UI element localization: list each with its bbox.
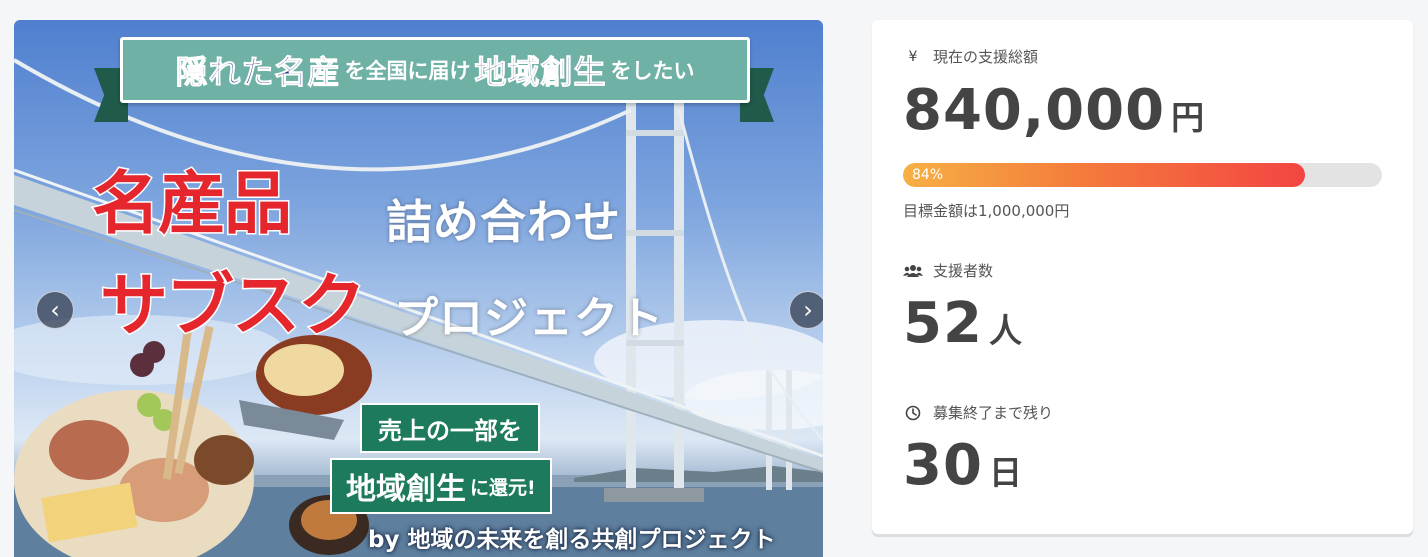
remaining-days-value: 30 [903,433,983,498]
funding-stats-card: ¥ 現在の支援総額 840,000 円 84% 目標金額は1,000,000円 … [872,20,1413,534]
total-label-row: ¥ 現在の支援総額 [903,46,1038,67]
total-amount-value: 840,000 [903,78,1166,143]
banner-text-2: を全国に届け [344,59,471,83]
funding-progress-bar: 84% [903,163,1382,187]
hero-tag-1: 売上の一部を [360,403,540,453]
hero-title-red-2: サブスク [98,266,367,348]
banner-text-1: 隠れた名産 [175,53,341,92]
carousel-prev-button[interactable]: ‹ [36,291,74,329]
hero-tag-2: 地域創生 に還元! [330,458,552,514]
goal-amount-text: 目標金額は1,000,000円 [903,202,1070,220]
banner-text-4: をしたい [610,59,695,83]
users-icon [903,264,923,278]
supporters-count-value: 52 [903,291,983,356]
carousel-next-button[interactable]: › [789,291,823,329]
funding-progress-fill: 84% [903,163,1306,187]
hero-title-white-2: プロジェクト [394,293,664,344]
remaining-days-unit: 日 [988,453,1023,492]
hero-tag-2-big: 地域創生 [346,472,466,507]
remaining-label: 募集終了まで残り [933,404,1054,422]
hero-title-white-1: 詰め合わせ [386,195,621,249]
total-amount-unit: 円 [1171,98,1206,137]
hero-tag-2-small: に還元! [470,476,536,499]
supporters-count-unit: 人 [988,311,1023,350]
yen-icon: ¥ [908,48,918,65]
remaining-label-row: 募集終了まで残り [903,402,1053,423]
banner-text-3: 地域創生 [474,53,607,92]
chevron-right-icon: › [803,296,813,324]
clock-icon [903,405,923,421]
remaining-days: 30 日 [903,433,1023,498]
funding-progress-percent: 84% [912,167,944,183]
supporters-label: 支援者数 [933,262,994,280]
total-amount: 840,000 円 [903,78,1205,143]
top-banner: 隠れた名産 を全国に届け 地域創生 をしたい [120,37,750,103]
hero-byline: by 地域の未来を創る共創プロジェクト [368,527,776,553]
chevron-left-icon: ‹ [50,296,60,324]
total-label: 現在の支援総額 [933,48,1039,66]
hero-title-red-1: 名産品 [90,164,293,246]
project-hero-carousel: 隠れた名産 を全国に届け 地域創生 をしたい 名産品 詰め合わせ サブスク プロ… [14,20,823,557]
supporters-label-row: 支援者数 [903,260,993,281]
supporters-count: 52 人 [903,291,1023,356]
